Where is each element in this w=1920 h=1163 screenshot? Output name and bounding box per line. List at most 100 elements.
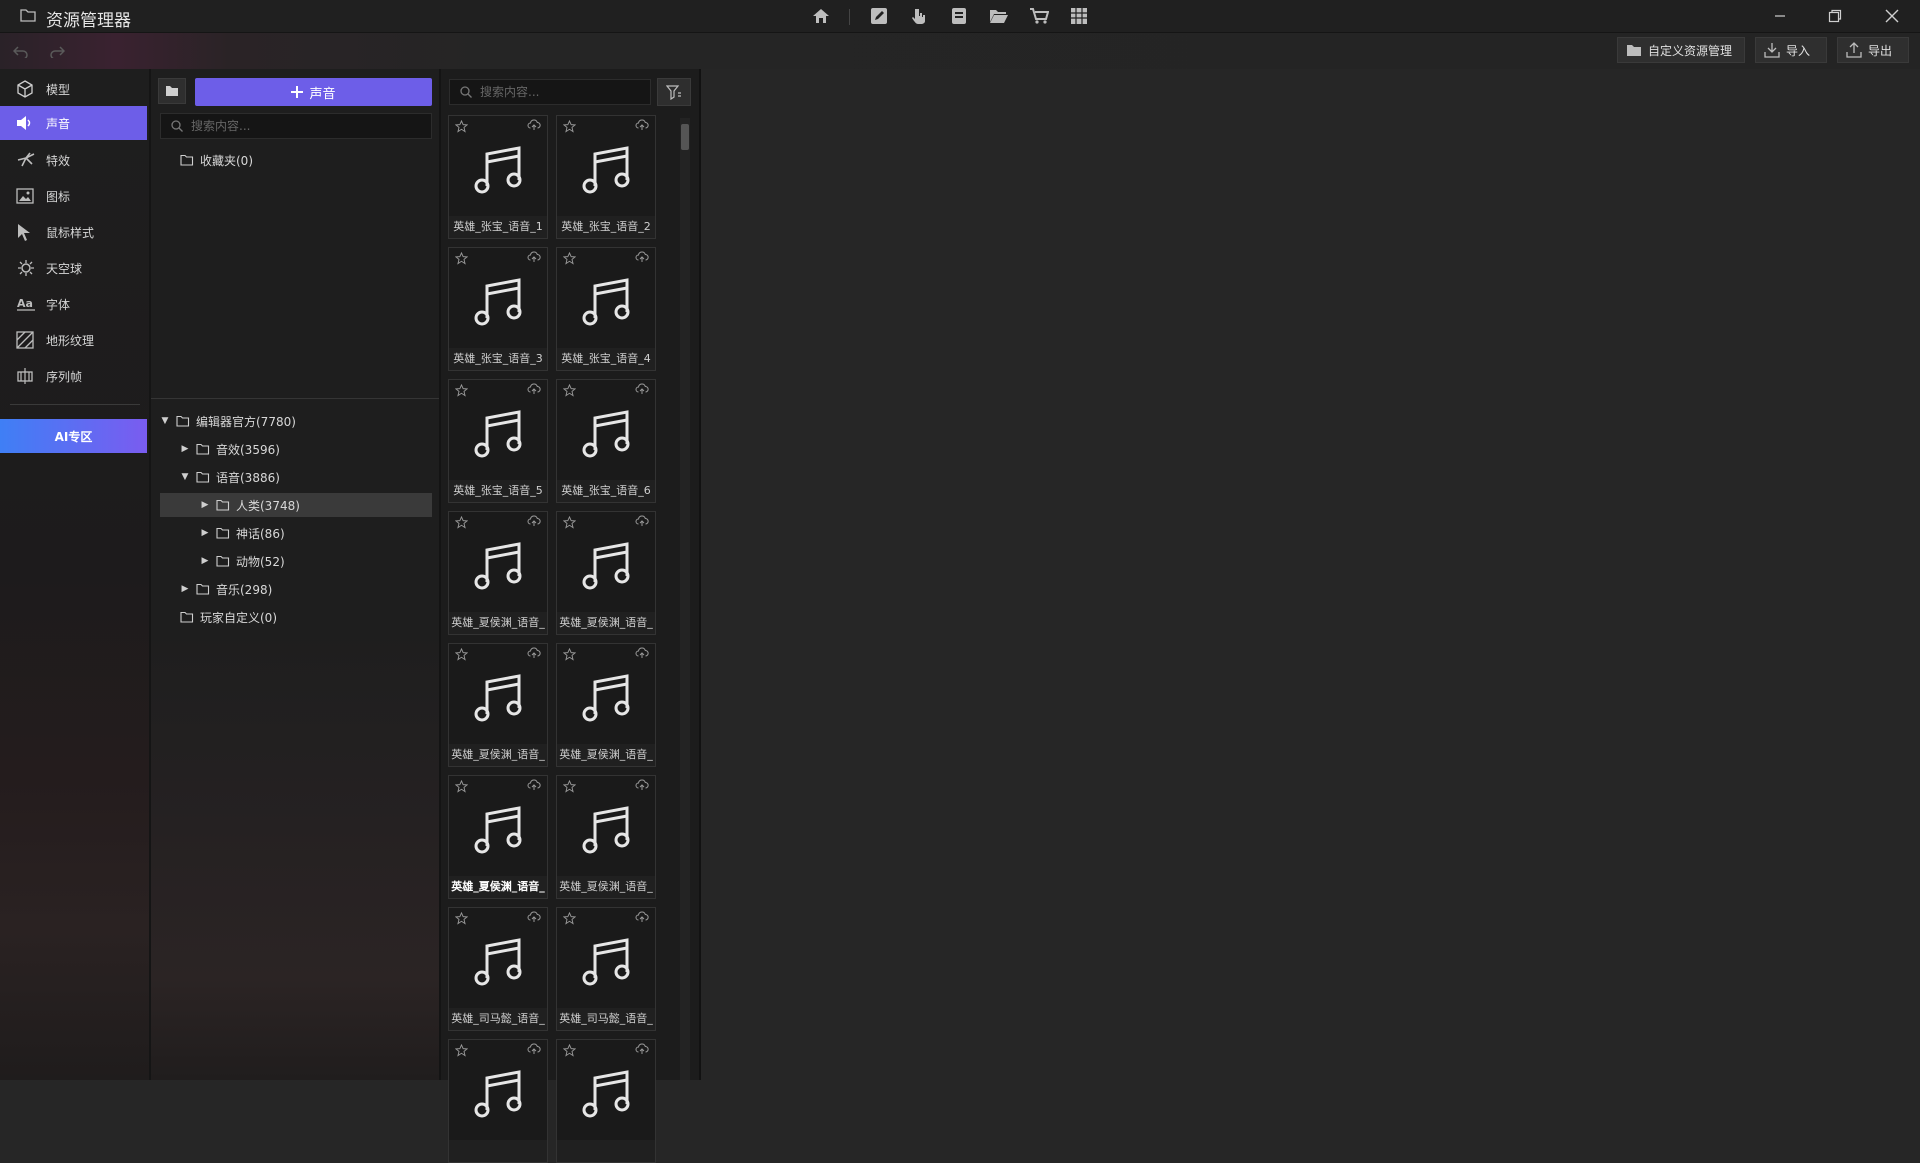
nav-item-icons[interactable]: 图标 xyxy=(0,179,147,213)
cloud-upload-icon[interactable] xyxy=(527,515,541,530)
asset-card[interactable]: 英雄_张宝_语音_6 xyxy=(556,379,656,503)
cloud-upload-icon[interactable] xyxy=(635,1043,649,1058)
cloud-upload-icon[interactable] xyxy=(527,383,541,398)
nav-item-effects[interactable]: 特效 xyxy=(0,143,147,177)
cloud-upload-icon[interactable] xyxy=(527,911,541,926)
cloud-upload-icon[interactable] xyxy=(635,119,649,134)
home-icon[interactable] xyxy=(810,6,832,26)
favorite-star-icon[interactable] xyxy=(454,911,469,928)
cloud-upload-icon[interactable] xyxy=(527,1043,541,1058)
open-folder-button[interactable] xyxy=(158,78,186,104)
favorite-star-icon[interactable] xyxy=(454,647,469,664)
asset-card[interactable]: 英雄_张宝_语音_5 xyxy=(448,379,548,503)
asset-card[interactable]: 英雄_张宝_语音_2 xyxy=(556,115,656,239)
document-icon[interactable] xyxy=(948,6,970,26)
cloud-upload-icon[interactable] xyxy=(635,647,649,662)
cloud-upload-icon[interactable] xyxy=(635,779,649,794)
caret-right-icon[interactable]: ▶ xyxy=(200,500,210,510)
restore-button[interactable] xyxy=(1815,4,1855,28)
tree-node[interactable]: 玩家自定义(0) xyxy=(180,605,432,629)
cloud-upload-icon[interactable] xyxy=(635,251,649,266)
tree-node[interactable]: ▶ 动物(52) xyxy=(200,549,432,573)
caret-right-icon[interactable]: ▶ xyxy=(180,584,190,594)
caret-right-icon[interactable]: ▶ xyxy=(200,556,210,566)
nav-item-cursor[interactable]: 鼠标样式 xyxy=(0,215,147,249)
cloud-upload-icon[interactable] xyxy=(635,911,649,926)
tree-node[interactable]: ▶ 音乐(298) xyxy=(180,577,432,601)
asset-card[interactable]: 英雄_张宝_语音_1 xyxy=(448,115,548,239)
favorite-star-icon[interactable] xyxy=(562,647,577,664)
asset-card[interactable]: 英雄_张宝_语音_3 xyxy=(448,247,548,371)
asset-label: 英雄_张宝_语音_3 xyxy=(449,348,547,370)
custom-resource-manage-button[interactable]: 自定义资源管理 xyxy=(1617,37,1745,63)
open-folder-icon[interactable] xyxy=(988,6,1010,26)
cloud-upload-icon[interactable] xyxy=(635,383,649,398)
cloud-upload-icon[interactable] xyxy=(527,119,541,134)
undo-button[interactable] xyxy=(12,42,30,60)
favorite-star-icon[interactable] xyxy=(454,1043,469,1060)
favorite-star-icon[interactable] xyxy=(562,1043,577,1060)
nav-item-terrain-texture[interactable]: 地形纹理 xyxy=(0,323,147,357)
asset-card[interactable]: 英雄_夏侯渊_语音_ xyxy=(448,511,548,635)
favorite-star-icon[interactable] xyxy=(562,911,577,928)
asset-card[interactable]: 英雄_夏侯渊_语音_ xyxy=(448,775,548,899)
asset-card[interactable]: 英雄_夏侯渊_语音_ xyxy=(448,643,548,767)
add-sound-button[interactable]: 声音 xyxy=(195,78,432,106)
nav-item-font[interactable]: Aa 字体 xyxy=(0,287,147,321)
caret-right-icon[interactable]: ▶ xyxy=(200,528,210,538)
filter-button[interactable] xyxy=(657,78,691,106)
caret-down-icon[interactable]: ▼ xyxy=(180,472,190,482)
favorite-star-icon[interactable] xyxy=(562,119,577,136)
nav-item-skybox[interactable]: 天空球 xyxy=(0,251,147,285)
tree-search-input[interactable] xyxy=(189,118,401,134)
favorite-star-icon[interactable] xyxy=(454,119,469,136)
asset-card[interactable] xyxy=(556,1039,656,1163)
nav-item-sound[interactable]: 声音 xyxy=(0,106,147,140)
redo-button[interactable] xyxy=(48,42,66,60)
favorite-star-icon[interactable] xyxy=(562,383,577,400)
cart-icon[interactable] xyxy=(1028,6,1050,26)
cloud-upload-icon[interactable] xyxy=(527,647,541,662)
tree-node[interactable]: ▼ 编辑器官方(7780) xyxy=(160,409,432,433)
favorites-folder[interactable]: 收藏夹(0) xyxy=(180,148,253,172)
table-icon[interactable] xyxy=(1068,6,1090,26)
tree-node[interactable]: ▶ 神话(86) xyxy=(200,521,432,545)
ai-zone-button[interactable]: AI专区 xyxy=(0,419,147,453)
favorite-star-icon[interactable] xyxy=(562,779,577,796)
minimize-button[interactable] xyxy=(1760,4,1800,28)
tree-node[interactable]: ▶ 音效(3596) xyxy=(180,437,432,461)
cloud-upload-icon[interactable] xyxy=(527,779,541,794)
tree-node[interactable]: ▼ 语音(3886) xyxy=(180,465,432,489)
export-button[interactable]: 导出 xyxy=(1837,37,1909,63)
asset-card[interactable]: 英雄_司马懿_语音_ xyxy=(556,907,656,1031)
asset-card[interactable]: 英雄_夏侯渊_语音_ xyxy=(556,643,656,767)
favorite-star-icon[interactable] xyxy=(454,251,469,268)
favorite-star-icon[interactable] xyxy=(454,383,469,400)
tree-search-box[interactable] xyxy=(160,113,432,139)
tree-node-selected[interactable]: ▶ 人类(3748) xyxy=(160,493,432,517)
grid-scrollbar-thumb[interactable] xyxy=(681,124,689,150)
cloud-upload-icon[interactable] xyxy=(527,251,541,266)
asset-card[interactable]: 英雄_张宝_语音_4 xyxy=(556,247,656,371)
favorite-star-icon[interactable] xyxy=(454,779,469,796)
favorite-star-icon[interactable] xyxy=(562,251,577,268)
asset-search-input[interactable] xyxy=(478,84,634,100)
cloud-upload-icon[interactable] xyxy=(635,515,649,530)
effects-icon xyxy=(16,152,46,168)
favorite-star-icon[interactable] xyxy=(454,515,469,532)
nav-item-sequence-frames[interactable]: 序列帧 xyxy=(0,359,147,393)
close-button[interactable] xyxy=(1872,4,1912,28)
caret-right-icon[interactable]: ▶ xyxy=(180,444,190,454)
asset-card[interactable] xyxy=(448,1039,548,1163)
pointer-icon[interactable] xyxy=(908,6,930,26)
nav-item-model[interactable]: 模型 xyxy=(0,72,147,106)
asset-card[interactable]: 英雄_夏侯渊_语音_ xyxy=(556,511,656,635)
grid-scrollbar-track[interactable] xyxy=(680,118,690,1080)
favorite-star-icon[interactable] xyxy=(562,515,577,532)
import-button[interactable]: 导入 xyxy=(1755,37,1827,63)
asset-search-box[interactable] xyxy=(449,79,651,105)
asset-card[interactable]: 英雄_司马懿_语音_ xyxy=(448,907,548,1031)
caret-down-icon[interactable]: ▼ xyxy=(160,416,170,426)
edit-icon[interactable] xyxy=(868,6,890,26)
asset-card[interactable]: 英雄_夏侯渊_语音_ xyxy=(556,775,656,899)
